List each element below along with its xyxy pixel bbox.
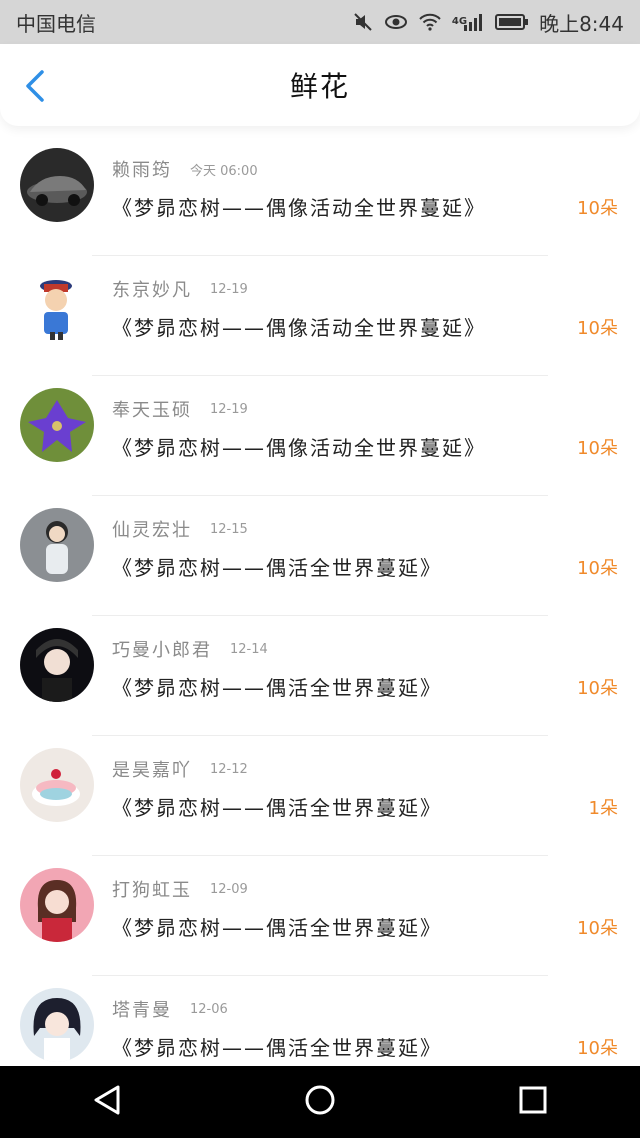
system-nav-bar	[0, 1066, 640, 1138]
avatar[interactable]	[20, 268, 94, 342]
avatar[interactable]	[20, 628, 94, 702]
flower-count: 1朵	[588, 798, 618, 819]
sender-name: 东京妙凡	[112, 280, 192, 301]
sender-info: 东京妙凡 12-19	[112, 276, 248, 302]
flower-count: 10朵	[577, 918, 618, 939]
system-home-button[interactable]	[294, 1076, 346, 1128]
list-item[interactable]: 巧曼小郎君 12-14 《梦昴恋树——偶活全世界蔓延》 10朵	[0, 616, 640, 736]
sender-info: 打狗虹玉 12-09	[112, 876, 248, 902]
back-button[interactable]	[18, 70, 52, 106]
clock: 晚上8:44	[539, 11, 624, 36]
flower-count: 10朵	[577, 198, 618, 219]
item-description: 《梦昴恋树——偶活全世界蔓延》	[112, 796, 442, 820]
sender-name: 仙灵宏壮	[112, 520, 192, 541]
status-bar: 中国电信 4G 晚上8:44	[0, 0, 640, 44]
chevron-left-icon	[24, 70, 46, 106]
system-recents-button[interactable]	[507, 1076, 559, 1128]
list-item[interactable]: 东京妙凡 12-19 《梦昴恋树——偶像活动全世界蔓延》 10朵	[0, 256, 640, 376]
page-title: 鲜花	[289, 70, 350, 103]
sender-name: 奉天玉硕	[112, 400, 192, 421]
item-description: 《梦昴恋树——偶活全世界蔓延》	[112, 676, 442, 700]
list-item[interactable]: 打狗虹玉 12-09 《梦昴恋树——偶活全世界蔓延》 10朵	[0, 856, 640, 976]
item-description: 《梦昴恋树——偶活全世界蔓延》	[112, 556, 442, 580]
list-item[interactable]: 奉天玉硕 12-19 《梦昴恋树——偶像活动全世界蔓延》 10朵	[0, 376, 640, 496]
item-description: 《梦昴恋树——偶像活动全世界蔓延》	[112, 316, 486, 340]
send-time: 12-19	[210, 401, 248, 417]
mute-icon	[352, 10, 374, 34]
recents-square-icon	[518, 1085, 548, 1119]
flower-list: 赖雨筠 今天 06:00 《梦昴恋树——偶像活动全世界蔓延》 10朵 东京妙凡 …	[0, 136, 640, 1066]
flower-count: 10朵	[577, 1038, 618, 1059]
list-item[interactable]: 塔青曼 12-06 《梦昴恋树——偶活全世界蔓延》 10朵	[0, 976, 640, 1066]
item-description: 《梦昴恋树——偶活全世界蔓延》	[112, 1036, 442, 1060]
sender-name: 赖雨筠	[112, 160, 172, 181]
flower-count: 10朵	[577, 678, 618, 699]
sender-info: 巧曼小郎君 12-14	[112, 636, 268, 662]
avatar[interactable]	[20, 388, 94, 462]
status-icons: 4G 晚上8:44	[352, 8, 624, 37]
sender-name: 塔青曼	[112, 1000, 172, 1021]
send-time: 12-09	[210, 881, 248, 897]
send-time: 12-06	[190, 1001, 228, 1017]
avatar[interactable]	[20, 868, 94, 942]
item-description: 《梦昴恋树——偶像活动全世界蔓延》	[112, 436, 486, 460]
send-time: 12-19	[210, 281, 248, 297]
battery-icon	[495, 10, 529, 34]
home-circle-icon	[304, 1084, 336, 1120]
sender-info: 塔青曼 12-06	[112, 996, 228, 1022]
sender-info: 是昊嘉吖 12-12	[112, 756, 248, 782]
page-header: 鲜花	[0, 44, 640, 126]
eye-icon	[384, 10, 408, 34]
avatar[interactable]	[20, 148, 94, 222]
avatar[interactable]	[20, 508, 94, 582]
send-time: 12-12	[210, 761, 248, 777]
signal-icon: 4G	[452, 10, 485, 34]
list-item[interactable]: 是昊嘉吖 12-12 《梦昴恋树——偶活全世界蔓延》 1朵	[0, 736, 640, 856]
item-description: 《梦昴恋树——偶像活动全世界蔓延》	[112, 196, 486, 220]
flower-count: 10朵	[577, 318, 618, 339]
wifi-icon	[418, 10, 442, 34]
list-item[interactable]: 赖雨筠 今天 06:00 《梦昴恋树——偶像活动全世界蔓延》 10朵	[0, 136, 640, 256]
send-time: 今天 06:00	[190, 163, 258, 179]
sender-info: 赖雨筠 今天 06:00	[112, 156, 258, 182]
sender-info: 仙灵宏壮 12-15	[112, 516, 248, 542]
carrier-label: 中国电信	[16, 11, 96, 36]
flower-count: 10朵	[577, 438, 618, 459]
send-time: 12-14	[230, 641, 268, 657]
flower-count: 10朵	[577, 558, 618, 579]
avatar[interactable]	[20, 988, 94, 1062]
sender-name: 是昊嘉吖	[112, 760, 192, 781]
avatar[interactable]	[20, 748, 94, 822]
back-triangle-icon	[92, 1084, 122, 1120]
send-time: 12-15	[210, 521, 248, 537]
list-item[interactable]: 仙灵宏壮 12-15 《梦昴恋树——偶活全世界蔓延》 10朵	[0, 496, 640, 616]
system-back-button[interactable]	[81, 1076, 133, 1128]
sender-info: 奉天玉硕 12-19	[112, 396, 248, 422]
sender-name: 打狗虹玉	[112, 880, 192, 901]
item-description: 《梦昴恋树——偶活全世界蔓延》	[112, 916, 442, 940]
sender-name: 巧曼小郎君	[112, 640, 212, 661]
